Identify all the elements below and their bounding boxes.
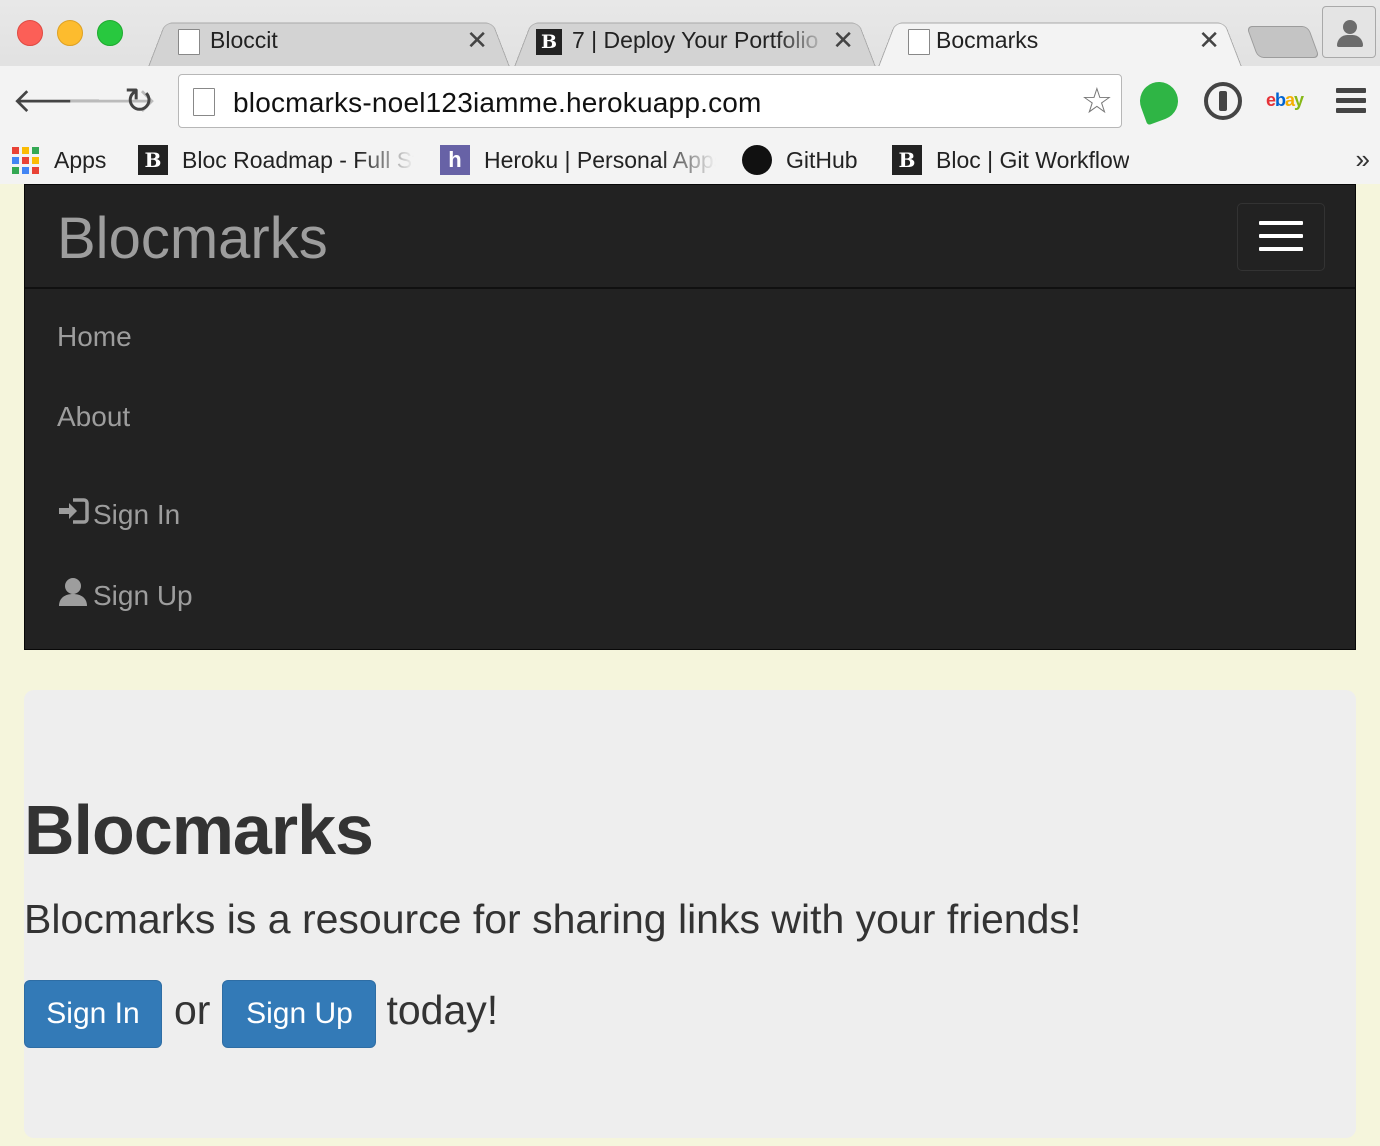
bookmark-label: Apps bbox=[54, 146, 107, 173]
nav-link-sign-up[interactable]: Sign Up bbox=[57, 577, 193, 614]
user-icon bbox=[57, 577, 89, 614]
window-maximize-button[interactable] bbox=[97, 20, 123, 46]
close-icon[interactable]: ✕ bbox=[832, 25, 854, 56]
bookmark-label: Bloc Roadmap - Full Stack bbox=[182, 146, 414, 173]
bookmarks-bar: Apps B Bloc Roadmap - Full Stack h Herok… bbox=[0, 136, 1380, 184]
sign-in-button[interactable]: Sign In bbox=[24, 980, 162, 1048]
nav-link-label: Sign In bbox=[93, 498, 181, 530]
window-minimize-button[interactable] bbox=[57, 20, 83, 46]
url-text[interactable]: blocmarks-noel123iamme.herokuapp.com bbox=[233, 87, 762, 119]
browser-menu-icon[interactable] bbox=[1336, 88, 1366, 114]
window-close-button[interactable] bbox=[17, 20, 43, 46]
browser-chrome: Bloccit ✕ B 7 | Deploy Your Portfolio ✕ … bbox=[0, 0, 1380, 184]
tab-deploy-portfolio[interactable]: B 7 | Deploy Your Portfolio ✕ bbox=[514, 17, 876, 67]
bookmark-apps[interactable]: Apps bbox=[10, 140, 106, 180]
more-bookmarks-chevron-icon[interactable]: » bbox=[1356, 144, 1370, 175]
page-title: Blocmarks bbox=[24, 791, 374, 869]
heroku-icon: h bbox=[440, 145, 470, 175]
bookmark-github[interactable]: GitHub bbox=[742, 140, 858, 180]
tab-title: 7 | Deploy Your Portfolio bbox=[572, 27, 819, 53]
address-bar[interactable]: blocmarks-noel123iamme.herokuapp.com ☆ bbox=[178, 74, 1122, 128]
ebay-extension-icon[interactable]: ebay bbox=[1266, 90, 1304, 111]
connector-text: or bbox=[174, 986, 211, 1033]
bookmark-label: GitHub bbox=[786, 146, 858, 173]
log-in-icon bbox=[57, 497, 89, 532]
jumbotron: Blocmarks Blocmarks is a resource for sh… bbox=[24, 690, 1356, 1138]
navbar-toggle-hamburger-icon[interactable] bbox=[1237, 203, 1325, 271]
bloc-icon: B bbox=[138, 145, 168, 175]
page-icon bbox=[178, 29, 200, 55]
tab-bocmarks[interactable]: Bocmarks ✕ bbox=[878, 17, 1242, 67]
site-navbar: Blocmarks Home About Sign In Sign Up bbox=[24, 184, 1356, 650]
reload-icon[interactable]: ↻ bbox=[124, 82, 154, 120]
browser-toolbar: 🡐 🡒 ↻ blocmarks-noel123iamme.herokuapp.c… bbox=[0, 66, 1380, 136]
bloc-icon: B bbox=[892, 145, 922, 175]
profile-button[interactable] bbox=[1322, 6, 1376, 58]
new-tab-button[interactable] bbox=[1246, 26, 1320, 58]
nav-link-about[interactable]: About bbox=[57, 401, 130, 433]
bookmark-label: Heroku | Personal Apps bbox=[484, 146, 716, 173]
close-icon[interactable]: ✕ bbox=[466, 25, 488, 56]
bookmark-star-icon[interactable]: ☆ bbox=[1081, 81, 1113, 121]
close-icon[interactable]: ✕ bbox=[1198, 25, 1220, 56]
evernote-extension-icon[interactable] bbox=[1134, 76, 1184, 126]
bookmark-label: Bloc | Git Workflow bbox=[936, 146, 1130, 173]
navbar-brand[interactable]: Blocmarks bbox=[57, 205, 328, 272]
github-icon bbox=[742, 145, 772, 175]
apps-grid-icon bbox=[10, 145, 40, 175]
navbar-divider bbox=[25, 287, 1355, 289]
nav-link-sign-in[interactable]: Sign In bbox=[57, 497, 180, 532]
call-to-action: Sign In or Sign Up today! bbox=[24, 980, 498, 1048]
lead-text: Blocmarks is a resource for sharing link… bbox=[24, 896, 1082, 942]
page-icon bbox=[908, 29, 930, 55]
bookmark-bloc-roadmap[interactable]: B Bloc Roadmap - Full Stack bbox=[138, 140, 414, 180]
suffix-text: today! bbox=[386, 986, 499, 1033]
tab-bloccit[interactable]: Bloccit ✕ bbox=[148, 17, 510, 67]
nav-link-label: Sign Up bbox=[93, 579, 193, 611]
tab-strip: Bloccit ✕ B 7 | Deploy Your Portfolio ✕ … bbox=[0, 0, 1380, 67]
sign-up-button[interactable]: Sign Up bbox=[222, 980, 377, 1048]
nav-link-home[interactable]: Home bbox=[57, 321, 132, 353]
tab-title: Bloccit bbox=[210, 27, 278, 53]
bookmark-git-workflow[interactable]: B Bloc | Git Workflow bbox=[892, 140, 1129, 180]
person-icon bbox=[1343, 20, 1357, 34]
1password-extension-icon[interactable] bbox=[1204, 82, 1242, 120]
page-icon bbox=[193, 88, 215, 116]
bookmark-heroku[interactable]: h Heroku | Personal Apps bbox=[440, 140, 716, 180]
tab-title: Bocmarks bbox=[936, 27, 1039, 53]
bloc-icon: B bbox=[536, 29, 562, 55]
